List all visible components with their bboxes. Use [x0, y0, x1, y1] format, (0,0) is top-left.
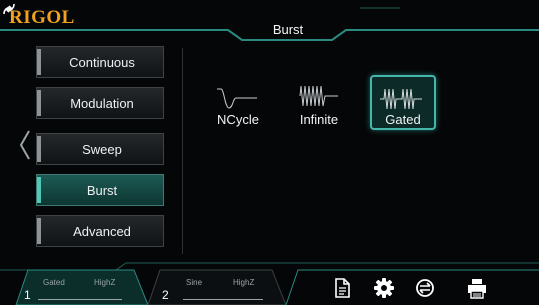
channel-number: 1	[24, 288, 31, 302]
channel-wave: Sine	[186, 278, 203, 287]
page-title: Burst	[272, 22, 304, 37]
channel-underline	[38, 299, 122, 300]
panel-divider	[182, 48, 183, 254]
channel-impedance: HighZ	[233, 278, 255, 287]
infinite-wave-icon	[299, 85, 338, 107]
burst-mode-gated[interactable]: Gated	[370, 75, 436, 130]
channel-number: 2	[162, 288, 169, 302]
channel-2-tab[interactable]: 2 Sine HighZ	[161, 266, 271, 302]
menu-item-advanced[interactable]: Advanced	[36, 215, 164, 247]
screen: RIGOL Burst Continuous Modulation Sweep …	[0, 0, 539, 305]
status-bar: 1 Gated HighZ 2 Sine HighZ	[0, 262, 539, 305]
header: RIGOL Burst	[0, 0, 539, 44]
menu-item-continuous[interactable]: Continuous	[36, 46, 164, 78]
menu-item-label: Modulation	[70, 96, 134, 111]
burst-mode-label: Infinite	[299, 112, 339, 127]
print-icon[interactable]	[466, 277, 488, 299]
menu-item-burst[interactable]: Burst	[36, 174, 164, 206]
sync-arrows-icon[interactable]	[0, 0, 18, 18]
channel-underline	[183, 299, 263, 300]
burst-mode-label: NCycle	[217, 112, 259, 127]
utility-icon[interactable]	[414, 277, 436, 299]
menu-item-label: Sweep	[82, 142, 122, 157]
brand-logo: RIGOL	[9, 7, 75, 28]
burst-mode-ncycle[interactable]: NCycle	[203, 74, 273, 130]
gear-icon[interactable]	[373, 277, 395, 299]
menu-item-label: Advanced	[73, 224, 131, 239]
menu-item-label: Burst	[86, 183, 118, 198]
channel-1-tab[interactable]: 1 Gated HighZ	[24, 266, 134, 302]
burst-mode-infinite[interactable]: Infinite	[284, 74, 354, 130]
file-icon[interactable]	[331, 277, 353, 299]
ncycle-wave-icon	[217, 88, 257, 109]
menu-item-modulation[interactable]: Modulation	[36, 87, 164, 119]
channel-impedance: HighZ	[94, 278, 116, 287]
menu-item-sweep[interactable]: Sweep	[36, 133, 164, 165]
menu-item-label: Continuous	[69, 55, 135, 70]
gated-wave-icon	[380, 88, 422, 110]
channel-wave: Gated	[43, 278, 65, 287]
collapse-arrow-icon[interactable]	[19, 130, 31, 160]
burst-mode-label: Gated	[385, 112, 421, 127]
